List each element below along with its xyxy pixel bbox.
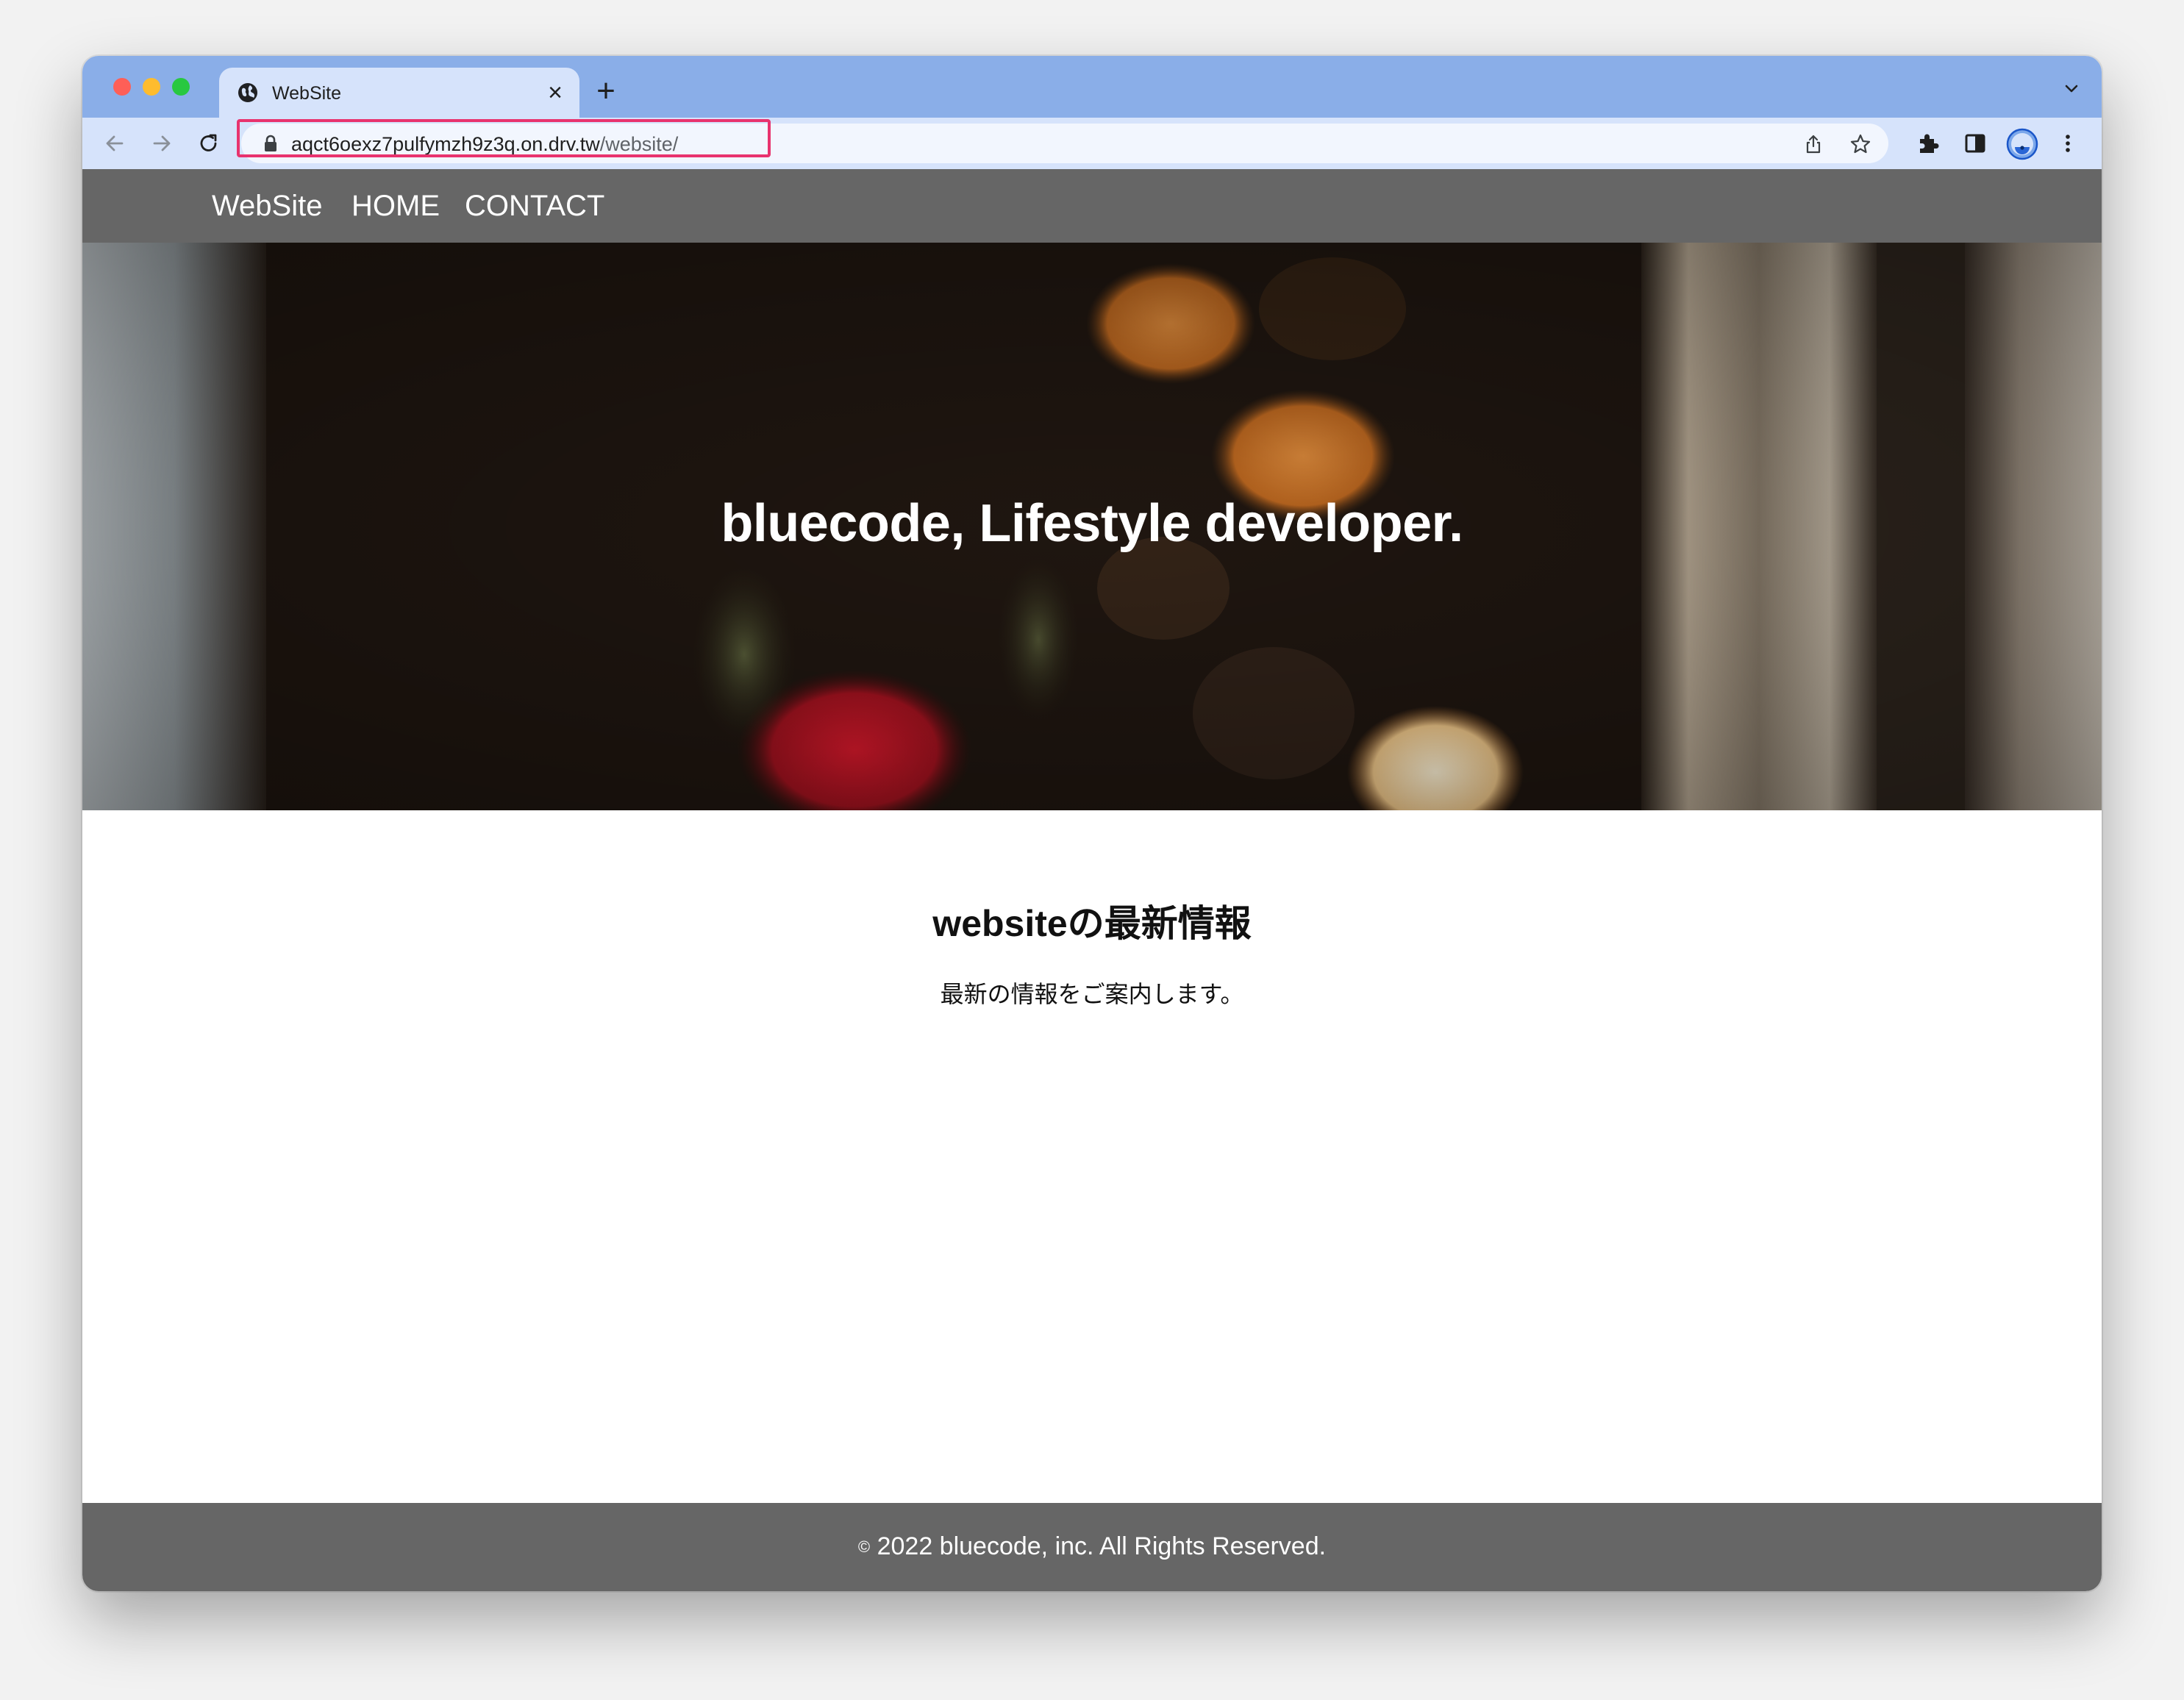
tab-close-button[interactable]: × — [543, 80, 568, 105]
browser-toolbar: aqct6oexz7pulfymzh9z3q.on.drv.tw/website… — [82, 118, 2102, 169]
zoom-window-button[interactable] — [172, 78, 190, 96]
news-description: 最新の情報をご案内します。 — [940, 981, 1244, 1007]
profile-icon[interactable] — [2006, 128, 2038, 160]
chevron-down-icon[interactable] — [2060, 78, 2083, 100]
site-navbar: WebSite HOME CONTACT — [82, 169, 2102, 243]
news-heading: websiteの最新情報 — [932, 903, 1252, 944]
extensions-icon[interactable] — [1915, 130, 1941, 157]
minimize-window-button[interactable] — [143, 78, 160, 96]
tab-title: WebSite — [272, 83, 342, 104]
new-tab-button[interactable]: + — [591, 75, 621, 107]
lock-icon[interactable] — [262, 134, 279, 153]
footer-copyright: © 2022 bluecode, inc. All Rights Reserve… — [82, 1531, 2102, 1562]
footer-copyright-text: 2022 bluecode, inc. All Rights Reserved. — [870, 1532, 1327, 1560]
tab-strip: WebSite × + — [82, 56, 2102, 118]
web-page: WebSite HOME CONTACT bluecode, Lifestyle… — [82, 169, 2102, 1591]
hero-banner: bluecode, Lifestyle developer. — [82, 243, 2102, 810]
back-icon[interactable] — [100, 129, 129, 158]
url-host: aqct6oexz7pulfymzh9z3q.on.drv.tw — [291, 133, 600, 155]
side-panel-icon[interactable] — [1962, 130, 1988, 157]
site-footer: © 2022 bluecode, inc. All Rights Reserve… — [82, 1503, 2102, 1591]
nav-brand-link[interactable]: WebSite — [212, 188, 322, 224]
reload-icon[interactable] — [194, 129, 224, 158]
nav-home-link[interactable]: HOME — [351, 188, 440, 224]
share-icon[interactable] — [1802, 132, 1825, 156]
url-text[interactable]: aqct6oexz7pulfymzh9z3q.on.drv.tw/website… — [291, 133, 678, 155]
url-path: /website/ — [599, 133, 679, 155]
browser-window: WebSite × + aqct6oexz7pulfymzh9z3q.on.dr… — [82, 56, 2102, 1591]
nav-contact-link[interactable]: CONTACT — [465, 188, 604, 224]
close-window-button[interactable] — [113, 78, 131, 96]
address-bar[interactable]: aqct6oexz7pulfymzh9z3q.on.drv.tw/website… — [241, 124, 1888, 163]
star-icon[interactable] — [1849, 132, 1872, 156]
menu-icon[interactable] — [2055, 130, 2081, 157]
hero-title: bluecode, Lifestyle developer. — [721, 494, 1463, 553]
browser-tab[interactable]: WebSite × — [219, 68, 579, 118]
globe-icon — [238, 83, 257, 102]
copyright-symbol: © — [857, 1538, 871, 1556]
forward-icon[interactable] — [147, 129, 176, 158]
